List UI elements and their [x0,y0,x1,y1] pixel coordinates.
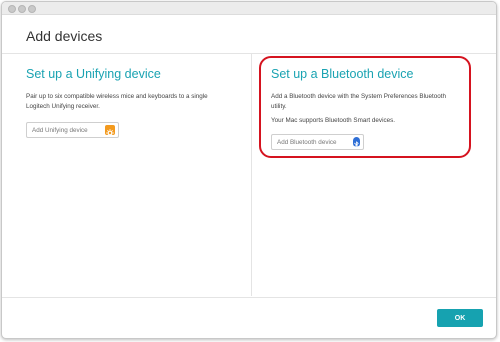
dialog-header: Add devices [2,15,496,54]
title-bar [2,2,496,15]
bluetooth-highlight-annotation [259,56,471,158]
add-unifying-device-label: Add Unifying device [32,126,88,134]
unifying-icon [105,125,115,137]
dialog-footer: OK [2,297,496,338]
ok-button-label: OK [454,314,466,322]
unifying-description-line: Logitech Unifying receiver. [26,103,100,110]
add-devices-window: Add devices Set up a Unifying device Pai… [1,1,497,339]
ok-button[interactable]: OK [437,309,483,327]
add-unifying-device-button[interactable]: Add Unifying device [26,122,119,138]
zoom-window-button[interactable] [28,5,36,13]
unifying-description-line: Pair up to six compatible wireless mice … [26,93,208,100]
unifying-panel: Set up a Unifying device Pair up to six … [2,54,252,296]
minimize-window-button[interactable] [18,5,26,13]
unifying-description: Pair up to six compatible wireless mice … [26,92,248,112]
close-window-button[interactable] [8,5,16,13]
page-title: Add devices [26,28,103,44]
unifying-title: Set up a Unifying device [26,67,161,81]
